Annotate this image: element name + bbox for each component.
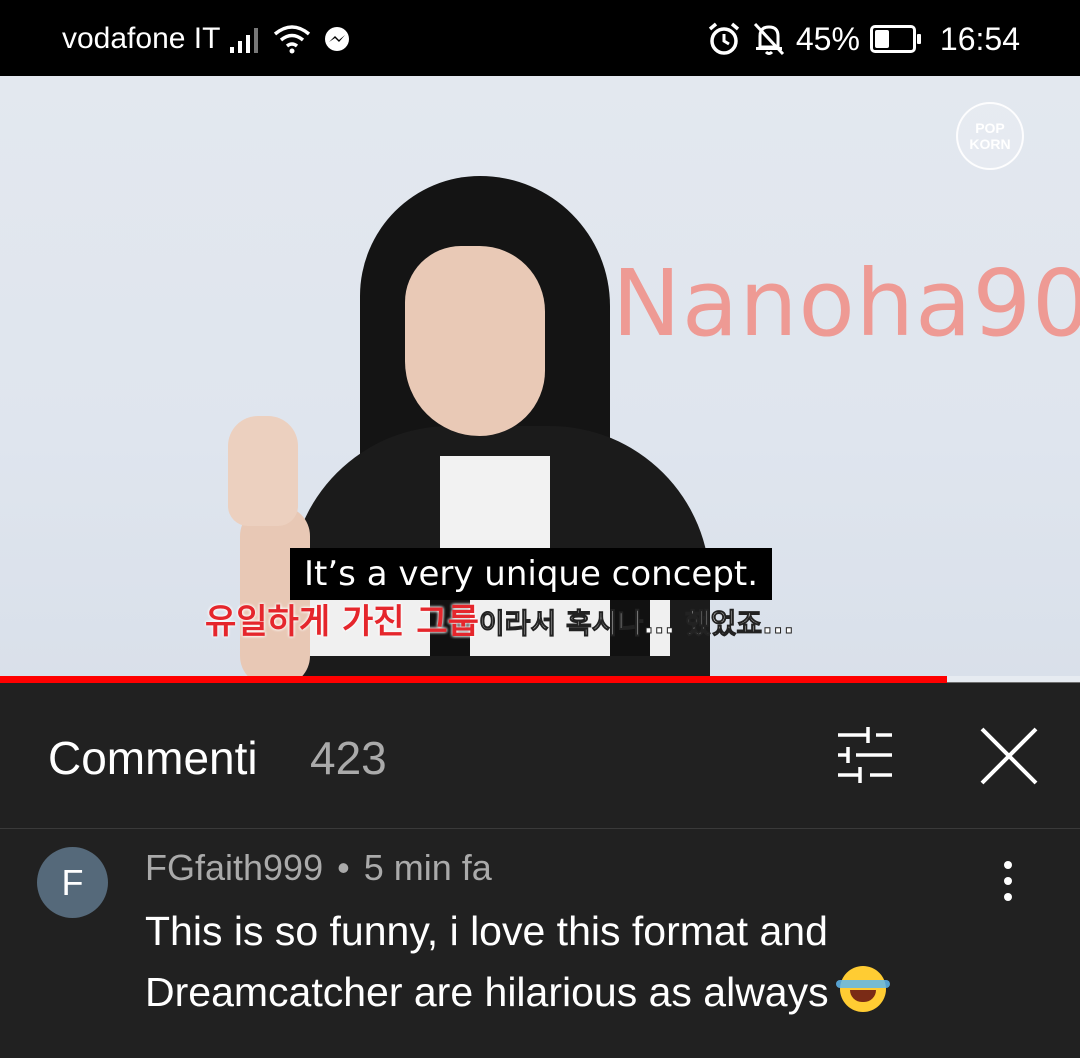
- video-progress-bar[interactable]: [0, 676, 1080, 683]
- comments-title: Commenti: [48, 732, 258, 784]
- close-icon: [980, 727, 1038, 785]
- comment-more-button[interactable]: [990, 859, 1026, 903]
- caption-red-text: 유일하게 가진 그룹: [205, 602, 479, 642]
- video-watermark: Nanoha90: [612, 250, 1080, 357]
- sliders-icon: [838, 727, 892, 783]
- status-left-icons: [228, 20, 352, 60]
- battery-percent: 45%: [795, 20, 860, 57]
- tears-of-joy-emoji-icon: [836, 966, 891, 1012]
- comment-body: This is so funny, i love this format and…: [145, 908, 829, 1015]
- comment-author[interactable]: FGfaith999: [145, 847, 323, 888]
- comments-count: 423: [310, 732, 387, 784]
- status-right-icons: 45% 16:54: [706, 18, 1020, 60]
- signal-icon: [230, 28, 258, 53]
- battery-fill: [874, 30, 889, 48]
- alarm-icon: [708, 22, 739, 55]
- status-bar: vodafone IT 45% 16:54: [0, 0, 1080, 76]
- comment-meta: FGfaith999 • 5 min fa: [145, 847, 492, 889]
- avatar[interactable]: F: [37, 847, 108, 918]
- comment-time: 5 min fa: [363, 847, 492, 888]
- sort-comments-button[interactable]: [830, 723, 900, 787]
- closed-caption: It’s a very unique concept.: [290, 548, 773, 600]
- burned-in-caption: 유일하게 가진 그룹이라서 혹시나... 했었죠...: [205, 594, 795, 643]
- more-vertical-icon: [1004, 861, 1012, 901]
- battery-icon: [869, 25, 921, 53]
- comments-header: Commenti 423: [0, 683, 1080, 829]
- video-progress-played: [0, 676, 948, 683]
- wifi-icon: [273, 25, 311, 54]
- comment-text: This is so funny, i love this format and…: [145, 901, 1005, 1023]
- video-frame-person-hand: [228, 416, 298, 526]
- close-comments-button[interactable]: [976, 723, 1042, 789]
- messenger-icon: [325, 27, 349, 51]
- caption-white-text: 이라서 혹시나... 했었죠...: [478, 607, 795, 641]
- video-player[interactable]: POP KORN Nanoha90 유일하게 가진 그룹이라서 혹시나... 했…: [0, 76, 1080, 682]
- video-frame-person-face: [405, 246, 545, 436]
- carrier-label: vodafone IT: [62, 22, 221, 55]
- mute-icon: [753, 22, 784, 56]
- meta-separator: •: [337, 847, 350, 888]
- comment-item: F FGfaith999 • 5 min fa This is so funny, …: [0, 829, 1080, 1058]
- clock: 16:54: [939, 20, 1020, 57]
- channel-logo: POP KORN: [956, 102, 1024, 170]
